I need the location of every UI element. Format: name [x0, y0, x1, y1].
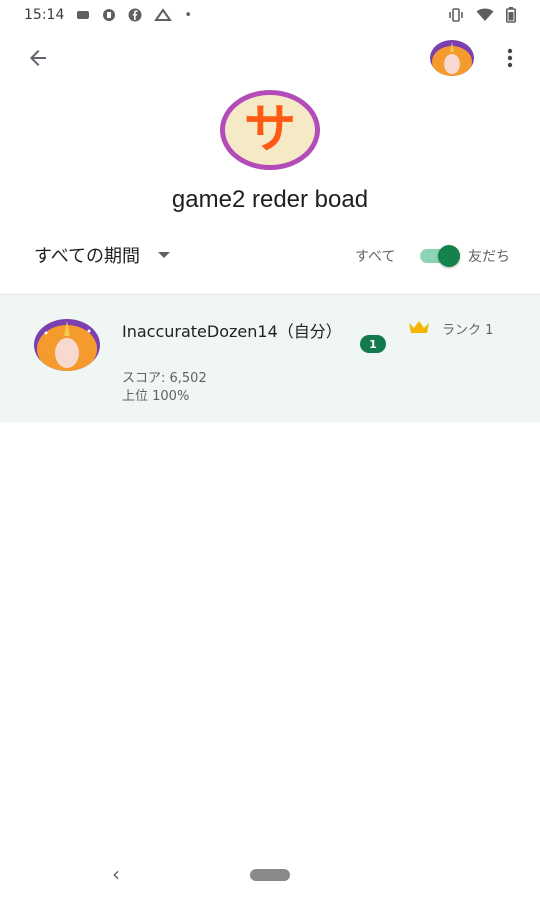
unicorn-avatar-icon: [430, 40, 474, 76]
facebook-icon: [128, 8, 142, 22]
notification-dot: •: [184, 7, 193, 23]
dropdown-arrow-icon: [158, 252, 171, 258]
more-vert-icon: [507, 48, 513, 68]
unicorn-avatar-icon: [34, 319, 100, 371]
player-percentile: 上位 100%: [122, 389, 190, 404]
vibrate-icon: [449, 8, 463, 22]
status-right: [448, 7, 516, 23]
status-time: 15:14: [24, 7, 65, 23]
arrow-back-icon: [30, 50, 46, 66]
friends-toggle[interactable]: [418, 245, 462, 267]
system-nav-bar: ‹: [0, 860, 540, 890]
overflow-menu-button[interactable]: [496, 44, 524, 72]
app-bar: [0, 30, 540, 86]
game-icon-glyph: サ: [243, 100, 296, 160]
player-name: InaccurateDozen14（自分）: [122, 322, 342, 341]
account-avatar[interactable]: [430, 40, 474, 76]
notification-icon: [77, 11, 90, 19]
toggle-thumb: [438, 245, 460, 267]
filter-row: すべての期間 すべて 友だち: [0, 236, 540, 276]
crown-icon: [409, 321, 429, 333]
period-label: すべての期間: [34, 246, 141, 267]
notification-icon: [103, 9, 116, 21]
game-icon: サ: [220, 90, 320, 170]
nav-back-button[interactable]: ‹: [112, 862, 120, 886]
notification-icon: [154, 8, 173, 21]
battery-icon: [506, 7, 516, 23]
status-bar: 15:14 •: [0, 0, 540, 30]
player-score: スコア: 6,502: [122, 371, 207, 386]
leaderboard-entry[interactable]: InaccurateDozen14（自分） スコア: 6,502 上位 100%…: [0, 294, 540, 422]
rank-label: ランク 1: [442, 323, 494, 338]
nav-home-pill[interactable]: [250, 869, 290, 881]
status-left: 15:14 •: [24, 7, 192, 23]
leaderboard-title: game2 reder boad: [171, 186, 369, 213]
period-dropdown[interactable]: すべての期間: [34, 242, 171, 268]
wifi-icon: [476, 8, 494, 21]
rank-badge: 1: [360, 335, 386, 353]
scope-friends-label[interactable]: 友だち: [468, 246, 510, 266]
scope-all-label[interactable]: すべて: [355, 246, 395, 266]
player-avatar: [34, 319, 100, 371]
back-button[interactable]: [24, 44, 52, 72]
